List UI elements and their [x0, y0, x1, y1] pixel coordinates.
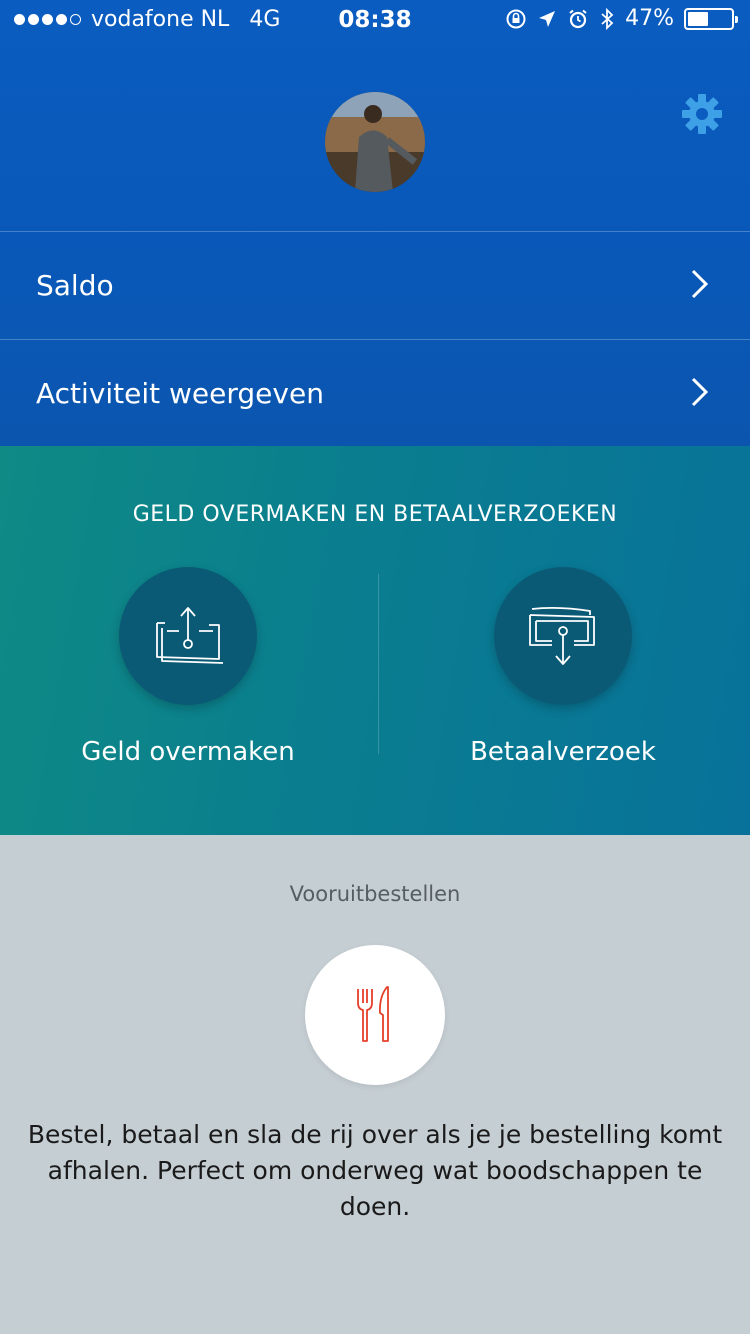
- bluetooth-icon: [601, 7, 614, 30]
- alarm-icon: [569, 9, 587, 28]
- profile-photo: [325, 92, 425, 192]
- preorder-button[interactable]: [305, 945, 445, 1085]
- activity-row[interactable]: Activiteit weergeven: [0, 339, 750, 446]
- status-right: 47%: [505, 6, 738, 31]
- saldo-row[interactable]: Saldo: [0, 231, 750, 338]
- battery-level: [688, 11, 708, 26]
- send-money-circle[interactable]: [119, 567, 257, 705]
- chevron-right-icon: [691, 377, 709, 407]
- chevron-right-icon: [691, 269, 709, 299]
- send-money-label: Geld overmaken: [81, 737, 295, 767]
- status-bar: vodafone NL 4G 08:38 47%: [0, 0, 750, 40]
- gear-icon[interactable]: [680, 92, 724, 136]
- request-money-circle[interactable]: [494, 567, 632, 705]
- account-header: vodafone NL 4G 08:38 47% Saldo Activitei…: [0, 0, 750, 446]
- avatar[interactable]: [325, 92, 425, 192]
- request-money-label: Betaalverzoek: [470, 737, 656, 767]
- request-money-icon: [529, 606, 595, 665]
- activity-label: Activiteit weergeven: [36, 376, 324, 410]
- saldo-label: Saldo: [36, 268, 114, 302]
- request-money-button[interactable]: Betaalverzoek: [413, 567, 713, 767]
- location-arrow-icon: [539, 10, 556, 27]
- battery-percent: 47%: [625, 6, 674, 31]
- send-money-icon: [156, 607, 223, 664]
- fork-knife-icon: [357, 986, 389, 1042]
- preorder-description: Bestel, betaal en sla de rij over als je…: [27, 1120, 723, 1221]
- transfer-section-title: GELD OVERMAKEN EN BETAALVERZOEKEN: [132, 502, 618, 527]
- preorder-title: Vooruitbestellen: [289, 882, 461, 906]
- rotation-lock-icon: [506, 9, 526, 28]
- divider: [378, 574, 379, 754]
- send-money-button[interactable]: Geld overmaken: [38, 567, 338, 767]
- preorder-section: Vooruitbestellen Bestel, betaal en sla d…: [0, 835, 750, 1334]
- battery-icon: [684, 7, 738, 30]
- transfer-section: GELD OVERMAKEN EN BETAALVERZOEKEN Geld o…: [0, 446, 750, 835]
